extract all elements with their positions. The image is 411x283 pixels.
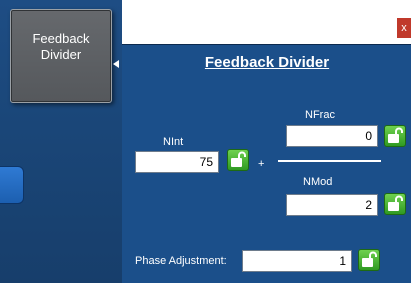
nint-label: NInt <box>163 136 184 148</box>
nfrac-field[interactable]: 0 <box>286 125 378 147</box>
nfrac-label: NFrac <box>305 109 335 121</box>
panel-title: Feedback Divider <box>204 54 330 71</box>
nmod-label: NMod <box>303 176 333 188</box>
close-button[interactable]: x <box>397 18 411 38</box>
fraction-divider-line <box>278 160 381 162</box>
nfrac-unlocked-padlock-icon[interactable] <box>384 125 406 147</box>
phase-adjustment-field[interactable]: 1 <box>242 250 352 272</box>
feedback-divider-block-button[interactable]: Feedback Divider <box>10 9 112 103</box>
nmod-field[interactable]: 2 <box>286 194 378 216</box>
plus-operator: + <box>258 158 265 170</box>
panel-header: x <box>122 0 411 45</box>
selection-pointer-icon <box>113 60 119 68</box>
nint-field[interactable]: 75 <box>135 151 219 173</box>
phase-adjustment-label: Phase Adjustment: <box>135 255 227 267</box>
nmod-unlocked-padlock-icon[interactable] <box>384 193 406 215</box>
feedback-divider-block-label: Feedback Divider <box>32 31 90 62</box>
feedback-divider-window: Feedback Divider x Feedback Divider NInt… <box>0 0 411 283</box>
nint-unlocked-padlock-icon[interactable] <box>227 149 249 171</box>
diagram-block-partial[interactable] <box>0 166 24 204</box>
phase-adjustment-unlocked-padlock-icon[interactable] <box>358 249 380 271</box>
